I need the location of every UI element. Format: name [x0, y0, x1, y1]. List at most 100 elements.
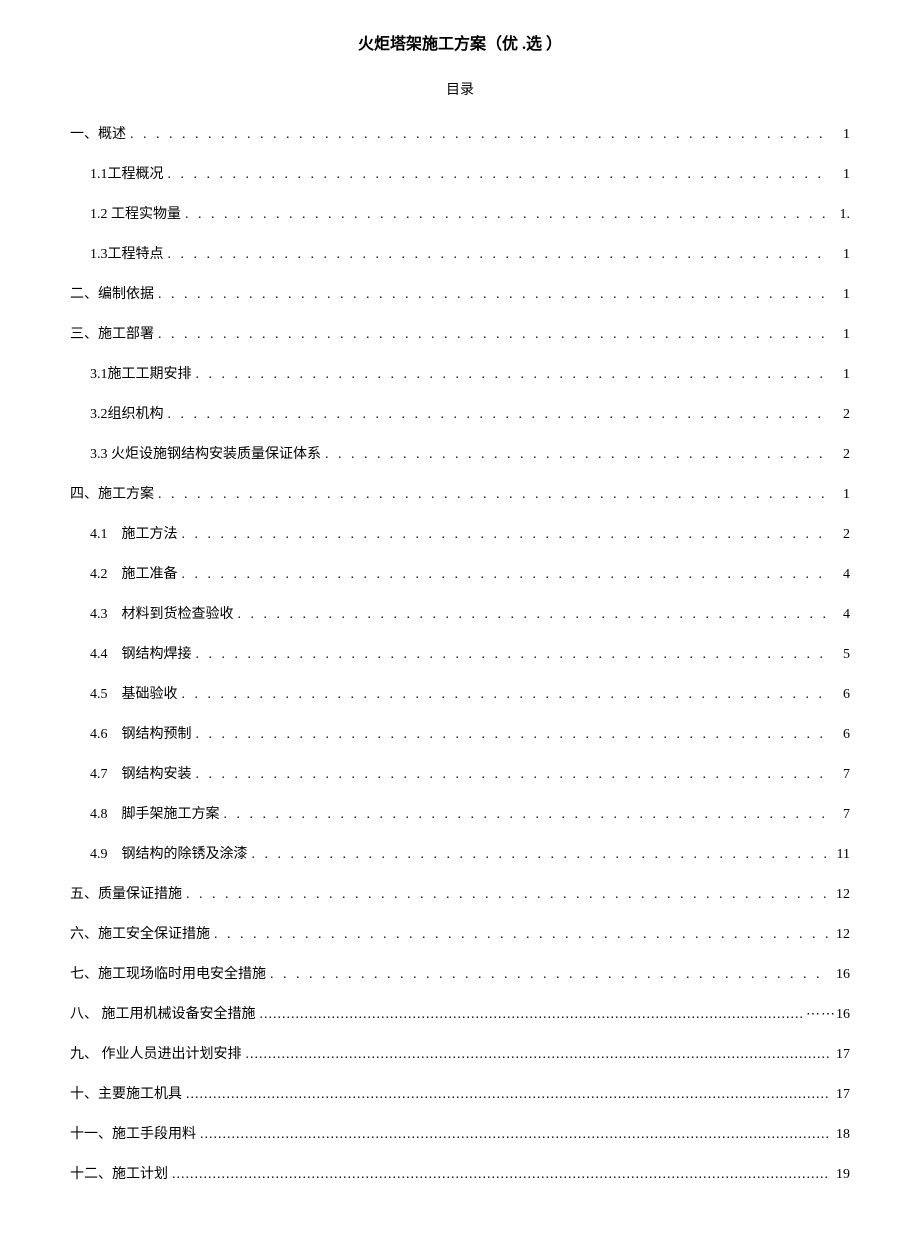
toc-entry: 3.1施工工期安排 . . . . . . . . . . . . . . . …	[70, 364, 850, 385]
toc-leader: . . . . . . . . . . . . . . . . . . . . …	[158, 284, 830, 305]
toc-entry: 八、 施工用机械设备安全措施..........................…	[70, 1004, 850, 1025]
toc-entry-label: 九、 作业人员进出计划安排	[70, 1044, 246, 1065]
toc-page-number: 1	[830, 364, 850, 385]
toc-page-number: 4	[830, 604, 850, 625]
toc-leader: . . . . . . . . . . . . . . . . . . . . …	[168, 404, 831, 425]
toc-leader: . . . . . . . . . . . . . . . . . . . . …	[196, 644, 831, 665]
toc-page-number: 1	[830, 284, 850, 305]
toc-entry-label: 十一、施工手段用料	[70, 1124, 200, 1145]
toc-entry: 4.5基础验收 . . . . . . . . . . . . . . . . …	[70, 684, 850, 705]
toc-entry: 十一、施工手段用料...............................…	[70, 1124, 850, 1145]
toc-entry: 九、 作业人员进出计划安排...........................…	[70, 1044, 850, 1065]
toc-leader: . . . . . . . . . . . . . . . . . . . . …	[158, 324, 830, 345]
toc-entry-label: 七、施工现场临时用电安全措施	[70, 964, 270, 985]
toc-entry: 4.3材料到货检查验收 . . . . . . . . . . . . . . …	[70, 604, 850, 625]
toc-leader: . . . . . . . . . . . . . . . . . . . . …	[130, 124, 830, 145]
toc-entry: 4.7钢结构安装 . . . . . . . . . . . . . . . .…	[70, 764, 850, 785]
toc-entry: 六、施工安全保证措施 . . . . . . . . . . . . . . .…	[70, 924, 850, 945]
toc-leader: . . . . . . . . . . . . . . . . . . . . …	[168, 164, 831, 185]
toc-page-number: 1	[830, 124, 850, 145]
toc-page-number: 17	[830, 1044, 850, 1065]
toc-leader: ........................................…	[186, 1084, 830, 1105]
toc-page-number: 19	[830, 1164, 850, 1185]
toc-leader: . . . . . . . . . . . . . . . . . . . . …	[182, 564, 831, 585]
toc-entry: 十二、施工计划.................................…	[70, 1164, 850, 1185]
toc-page-number: 12	[830, 884, 850, 905]
toc-entry: 4.2施工准备 . . . . . . . . . . . . . . . . …	[70, 564, 850, 585]
toc-entry: 4.1施工方法 . . . . . . . . . . . . . . . . …	[70, 524, 850, 545]
toc-entry-label: 4.7钢结构安装	[90, 764, 196, 785]
toc-leader: . . . . . . . . . . . . . . . . . . . . …	[196, 724, 831, 745]
toc-entry-label: 1.3工程特点	[90, 244, 168, 265]
toc-entry: 十、主要施工机具................................…	[70, 1084, 850, 1105]
toc-entry-label: 十二、施工计划	[70, 1164, 172, 1185]
toc-entry: 四、施工方案 . . . . . . . . . . . . . . . . .…	[70, 484, 850, 505]
toc-entry: 1.2 工程实物量 . . . . . . . . . . . . . . . …	[70, 204, 850, 225]
toc-page-number: ⋯⋯16	[802, 1004, 850, 1025]
toc-page-number: 6	[830, 724, 850, 745]
toc-entry: 二、编制依据 . . . . . . . . . . . . . . . . .…	[70, 284, 850, 305]
toc-page-number: 18	[830, 1124, 850, 1145]
toc-leader: . . . . . . . . . . . . . . . . . . . . …	[214, 924, 830, 945]
toc-page-number: 1.	[830, 204, 850, 225]
toc-leader: ........................................…	[260, 1004, 803, 1025]
toc-entry-label: 十、主要施工机具	[70, 1084, 186, 1105]
toc-entry-label: 六、施工安全保证措施	[70, 924, 214, 945]
toc-page-number: 5	[830, 644, 850, 665]
toc-page-number: 2	[830, 524, 850, 545]
toc-entry-label: 4.4钢结构焊接	[90, 644, 196, 665]
toc-leader: . . . . . . . . . . . . . . . . . . . . …	[168, 244, 831, 265]
toc-entry-label: 一、概述	[70, 124, 130, 145]
toc-entry-label: 五、质量保证措施	[70, 884, 186, 905]
toc-entry: 一、概述 . . . . . . . . . . . . . . . . . .…	[70, 124, 850, 145]
toc-page-number: 1	[830, 484, 850, 505]
toc-leader: . . . . . . . . . . . . . . . . . . . . …	[224, 804, 831, 825]
toc-entry: 4.9钢结构的除锈及涂漆 . . . . . . . . . . . . . .…	[70, 844, 850, 865]
toc-entry: 3.3 火炬设施钢结构安装质量保证体系 . . . . . . . . . . …	[70, 444, 850, 465]
toc-entry: 4.6钢结构预制 . . . . . . . . . . . . . . . .…	[70, 724, 850, 745]
toc-page-number: 17	[830, 1084, 850, 1105]
toc-entry-label: 4.3材料到货检查验收	[90, 604, 238, 625]
toc-leader: . . . . . . . . . . . . . . . . . . . . …	[270, 964, 830, 985]
toc-leader: . . . . . . . . . . . . . . . . . . . . …	[185, 204, 830, 225]
toc-leader: ........................................…	[246, 1044, 831, 1065]
toc-entry-label: 4.9钢结构的除锈及涂漆	[90, 844, 252, 865]
toc-leader: . . . . . . . . . . . . . . . . . . . . …	[325, 444, 830, 465]
toc-entry-label: 4.5基础验收	[90, 684, 182, 705]
toc-page-number: 1	[830, 164, 850, 185]
toc-entry: 3.2组织机构 . . . . . . . . . . . . . . . . …	[70, 404, 850, 425]
toc-leader: . . . . . . . . . . . . . . . . . . . . …	[196, 764, 831, 785]
toc-entry-label: 1.2 工程实物量	[90, 204, 185, 225]
toc-leader: . . . . . . . . . . . . . . . . . . . . …	[186, 884, 830, 905]
toc-page-number: 4	[830, 564, 850, 585]
toc-leader: . . . . . . . . . . . . . . . . . . . . …	[252, 844, 831, 865]
toc-entry-label: 八、 施工用机械设备安全措施	[70, 1004, 260, 1025]
toc-page-number: 7	[830, 804, 850, 825]
toc-entry-label: 1.1工程概况	[90, 164, 168, 185]
table-of-contents: 一、概述 . . . . . . . . . . . . . . . . . .…	[70, 124, 850, 1185]
toc-entry-label: 3.2组织机构	[90, 404, 168, 425]
toc-leader: . . . . . . . . . . . . . . . . . . . . …	[196, 364, 831, 385]
toc-page-number: 2	[830, 404, 850, 425]
toc-leader: . . . . . . . . . . . . . . . . . . . . …	[182, 684, 831, 705]
toc-leader: . . . . . . . . . . . . . . . . . . . . …	[158, 484, 830, 505]
toc-leader: ........................................…	[172, 1164, 830, 1185]
toc-entry: 1.3工程特点 . . . . . . . . . . . . . . . . …	[70, 244, 850, 265]
toc-entry-label: 三、施工部署	[70, 324, 158, 345]
toc-page-number: 11	[830, 844, 850, 865]
toc-leader: . . . . . . . . . . . . . . . . . . . . …	[182, 524, 831, 545]
toc-entry-label: 4.6钢结构预制	[90, 724, 196, 745]
toc-leader: ........................................…	[200, 1124, 830, 1145]
toc-page-number: 6	[830, 684, 850, 705]
toc-entry: 五、质量保证措施 . . . . . . . . . . . . . . . .…	[70, 884, 850, 905]
toc-entry-label: 二、编制依据	[70, 284, 158, 305]
document-title: 火炬塔架施工方案（优 .选 ）	[70, 30, 850, 54]
toc-entry: 4.8脚手架施工方案 . . . . . . . . . . . . . . .…	[70, 804, 850, 825]
toc-page-number: 16	[830, 964, 850, 985]
toc-entry-label: 3.3 火炬设施钢结构安装质量保证体系	[90, 444, 325, 465]
toc-entry: 1.1工程概况 . . . . . . . . . . . . . . . . …	[70, 164, 850, 185]
toc-entry-label: 四、施工方案	[70, 484, 158, 505]
toc-leader: . . . . . . . . . . . . . . . . . . . . …	[238, 604, 831, 625]
toc-page-number: 12	[830, 924, 850, 945]
toc-entry: 三、施工部署 . . . . . . . . . . . . . . . . .…	[70, 324, 850, 345]
